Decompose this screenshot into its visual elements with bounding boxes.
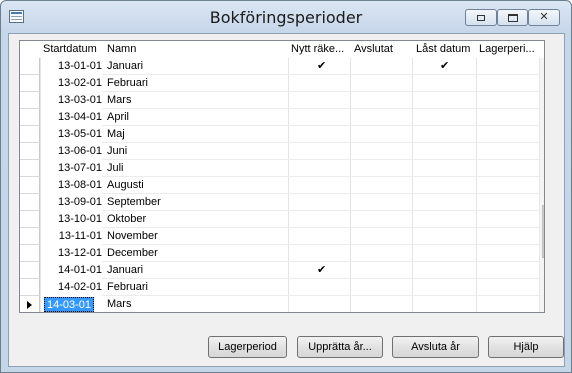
grid-rows: 13-01-01 Januari ✔ ✔ 13-02-01 Februari 13-03… bbox=[20, 58, 544, 312]
name-cell[interactable]: Augusti bbox=[107, 177, 287, 194]
name-cell[interactable]: Mars bbox=[107, 92, 287, 109]
start-date-cell[interactable]: 13-06-01 bbox=[40, 143, 102, 160]
table-row[interactable]: 13-02-01 Februari bbox=[20, 75, 544, 92]
scroll-up-icon[interactable]: ▲ bbox=[540, 58, 545, 75]
scroll-down-icon[interactable]: ▼ bbox=[540, 297, 545, 312]
start-date-cell-editing[interactable]: 14-03-01 bbox=[44, 297, 95, 312]
create-year-button[interactable]: Upprätta år... bbox=[297, 336, 383, 358]
row-selector[interactable] bbox=[20, 160, 40, 177]
row-selector[interactable] bbox=[20, 126, 40, 143]
new-fiscal-year-check-icon[interactable]: ✔ bbox=[317, 263, 326, 276]
row-selector[interactable] bbox=[20, 194, 40, 211]
row-selector[interactable] bbox=[20, 262, 40, 279]
table-row[interactable]: 13-10-01 Oktober bbox=[20, 211, 544, 228]
current-row-pointer-icon bbox=[27, 301, 32, 309]
row-selector[interactable] bbox=[20, 58, 40, 75]
title-bar[interactable]: Bokföringsperioder ✕ bbox=[1, 1, 571, 33]
name-cell[interactable]: Maj bbox=[107, 126, 287, 143]
date-locked-check-icon[interactable]: ✔ bbox=[440, 59, 449, 72]
close-icon: ✕ bbox=[539, 11, 549, 23]
row-selector[interactable] bbox=[20, 296, 40, 312]
column-header-date-locked[interactable]: Låst datum bbox=[416, 43, 476, 57]
new-fiscal-year-check-icon[interactable]: ✔ bbox=[317, 59, 326, 72]
minimize-button[interactable] bbox=[465, 9, 497, 26]
name-cell[interactable]: Februari bbox=[107, 279, 287, 296]
name-cell[interactable]: Juli bbox=[107, 160, 287, 177]
row-selector[interactable] bbox=[20, 279, 40, 296]
name-cell[interactable]: September bbox=[107, 194, 287, 211]
name-cell[interactable]: Oktober bbox=[107, 211, 287, 228]
name-cell[interactable]: Mars bbox=[107, 296, 287, 312]
name-cell[interactable]: December bbox=[107, 245, 287, 262]
start-date-cell[interactable]: 13-11-01 bbox=[40, 228, 102, 245]
name-cell[interactable]: Juni bbox=[107, 143, 287, 160]
row-selector[interactable] bbox=[20, 75, 40, 92]
inventory-period-button[interactable]: Lagerperiod bbox=[208, 336, 287, 358]
row-selector[interactable] bbox=[20, 177, 40, 194]
name-cell[interactable]: Januari bbox=[107, 58, 287, 75]
form-body: Startdatum Namn Nytt räke... Avslutat Lå… bbox=[8, 33, 565, 367]
table-row[interactable]: 14-01-01 Januari ✔ bbox=[20, 262, 544, 279]
start-date-cell[interactable]: 14-02-01 bbox=[40, 279, 102, 296]
window-frame-bottom bbox=[1, 367, 571, 372]
current-table-row[interactable]: 14-03-01 Mars bbox=[20, 296, 544, 312]
start-date-cell[interactable]: 13-05-01 bbox=[40, 126, 102, 143]
table-row[interactable]: 13-11-01 November bbox=[20, 228, 544, 245]
column-header-name[interactable]: Namn bbox=[107, 43, 287, 57]
start-date-cell[interactable]: 13-12-01 bbox=[40, 245, 102, 262]
start-date-cell[interactable]: 13-08-01 bbox=[40, 177, 102, 194]
maximize-icon bbox=[507, 13, 518, 22]
column-header-new-fiscal-year[interactable]: Nytt räke... bbox=[291, 43, 351, 57]
table-row[interactable]: 13-03-01 Mars bbox=[20, 92, 544, 109]
close-button[interactable]: ✕ bbox=[528, 9, 560, 26]
table-row[interactable]: 13-12-01 December bbox=[20, 245, 544, 262]
row-selector[interactable] bbox=[20, 211, 40, 228]
row-selector[interactable] bbox=[20, 143, 40, 160]
start-date-cell[interactable]: 13-09-01 bbox=[40, 194, 102, 211]
name-cell[interactable]: November bbox=[107, 228, 287, 245]
start-date-cell[interactable]: 13-02-01 bbox=[40, 75, 102, 92]
start-date-cell[interactable]: 14-01-01 bbox=[40, 262, 102, 279]
start-date-cell[interactable]: 13-03-01 bbox=[40, 92, 102, 109]
table-row[interactable]: 13-05-01 Maj bbox=[20, 126, 544, 143]
name-cell[interactable]: Januari bbox=[107, 262, 287, 279]
minimize-icon bbox=[477, 14, 485, 21]
table-row[interactable]: 13-09-01 September bbox=[20, 194, 544, 211]
start-date-cell[interactable]: 13-01-01 bbox=[40, 58, 102, 75]
table-row[interactable]: 13-06-01 Juni bbox=[20, 143, 544, 160]
table-row[interactable]: 14-02-01 Februari bbox=[20, 279, 544, 296]
row-selector[interactable] bbox=[20, 228, 40, 245]
name-cell[interactable]: April bbox=[107, 109, 287, 126]
column-header-start-date[interactable]: Startdatum bbox=[43, 43, 105, 57]
scroll-thumb[interactable] bbox=[542, 205, 544, 258]
table-row[interactable]: 13-07-01 Juli bbox=[20, 160, 544, 177]
grid-header: Startdatum Namn Nytt räke... Avslutat Lå… bbox=[20, 41, 544, 58]
maximize-button[interactable] bbox=[497, 9, 528, 26]
help-button[interactable]: Hjälp bbox=[488, 336, 564, 358]
start-date-cell[interactable]: 13-10-01 bbox=[40, 211, 102, 228]
column-header-inventory-period[interactable]: Lagerperi... bbox=[479, 43, 539, 57]
name-cell[interactable]: Februari bbox=[107, 75, 287, 92]
table-row[interactable]: 13-08-01 Augusti bbox=[20, 177, 544, 194]
vertical-scrollbar[interactable]: ▲ ▼ bbox=[539, 58, 545, 312]
start-date-cell[interactable]: 13-04-01 bbox=[40, 109, 102, 126]
periods-grid[interactable]: Startdatum Namn Nytt räke... Avslutat Lå… bbox=[19, 40, 545, 313]
close-year-button[interactable]: Avsluta år bbox=[392, 336, 479, 358]
accounting-periods-window: Bokföringsperioder ✕ Startdatum Namn Nyt… bbox=[0, 0, 572, 373]
row-selector[interactable] bbox=[20, 109, 40, 126]
table-row[interactable]: 13-04-01 April bbox=[20, 109, 544, 126]
row-selector[interactable] bbox=[20, 245, 40, 262]
start-date-cell[interactable]: 13-07-01 bbox=[40, 160, 102, 177]
table-row[interactable]: 13-01-01 Januari ✔ ✔ bbox=[20, 58, 544, 75]
row-selector[interactable] bbox=[20, 92, 40, 109]
column-header-closed[interactable]: Avslutat bbox=[354, 43, 412, 57]
